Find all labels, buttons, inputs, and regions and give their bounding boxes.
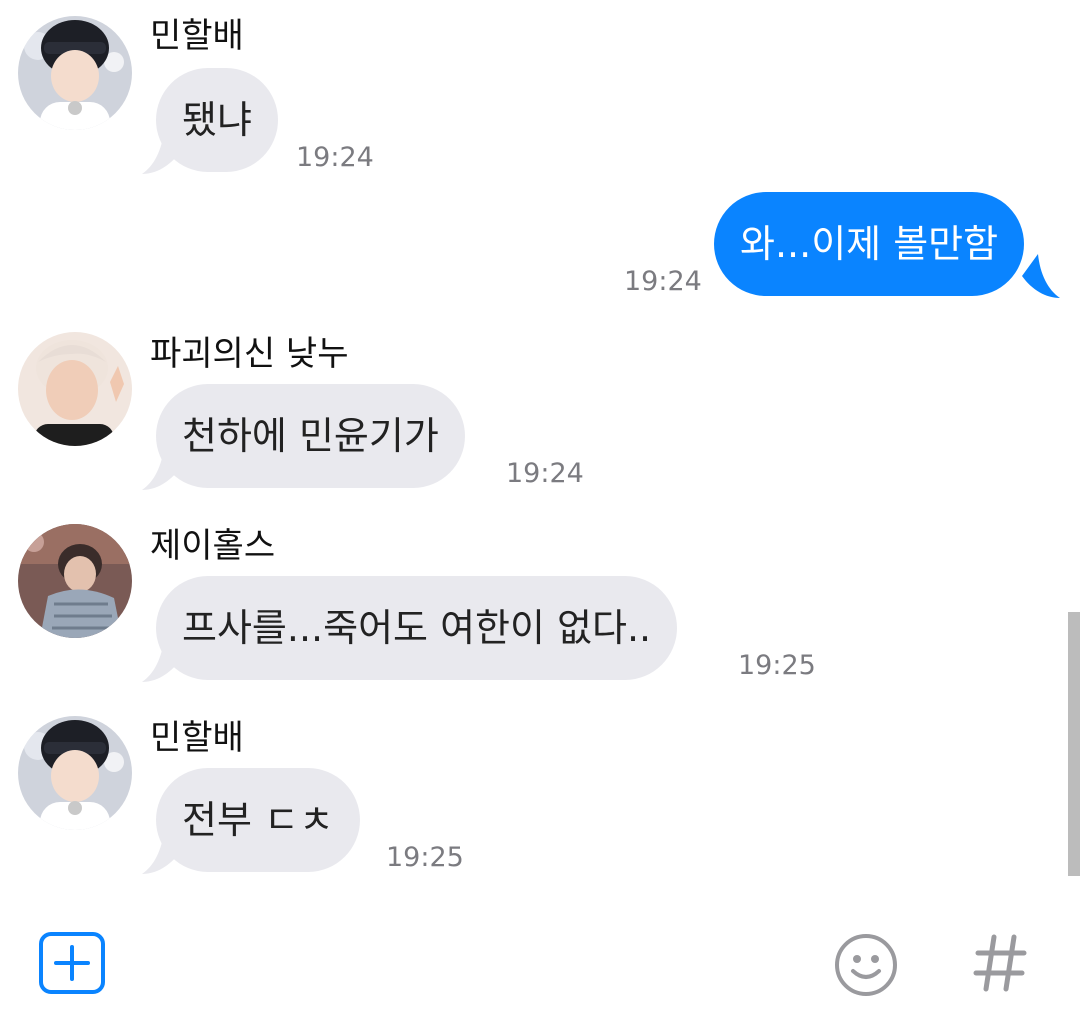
message-bubble-outgoing[interactable]: 와...이제 볼만함 xyxy=(714,192,1025,296)
avatar-pagoeuisin-image xyxy=(18,332,132,446)
message-text: 됐냐 xyxy=(182,98,252,142)
avatar-minhalbae[interactable] xyxy=(18,16,132,130)
message-time: 19:24 xyxy=(296,142,374,173)
message-bubble[interactable]: 천하에 민윤기가 xyxy=(156,384,465,488)
composer-bar xyxy=(0,905,1080,1035)
avatar-minhalbae[interactable] xyxy=(18,716,132,830)
avatar-minhalbae-image xyxy=(18,16,132,130)
avatar-jhorse[interactable] xyxy=(18,524,132,638)
avatar-pagoeuisin[interactable] xyxy=(18,332,132,446)
avatar-jhorse-image xyxy=(18,524,132,638)
avatar-minhalbae-image xyxy=(18,716,132,830)
message-bubble[interactable]: 전부 ㄷㅊ xyxy=(156,768,360,872)
message-bubble[interactable]: 프사를...죽어도 여한이 없다.. xyxy=(156,576,678,680)
message-time: 19:25 xyxy=(386,842,464,873)
message-text: 천하에 민윤기가 xyxy=(182,414,439,458)
message-text: 와...이제 볼만함 xyxy=(740,222,999,266)
scrollbar-thumb[interactable] xyxy=(1068,612,1080,876)
sender-name: 민할배 xyxy=(150,718,244,758)
hashtag-icon[interactable] xyxy=(972,933,1028,993)
message-bubble[interactable]: 됐냐 xyxy=(156,68,278,172)
message-time: 19:24 xyxy=(624,266,702,297)
bubble-tail-outgoing xyxy=(1022,254,1060,298)
sender-name: 민할배 xyxy=(150,16,244,56)
message-text: 프사를...죽어도 여한이 없다.. xyxy=(182,606,652,650)
message-text: 전부 ㄷㅊ xyxy=(182,798,334,842)
message-time: 19:24 xyxy=(506,458,584,489)
sender-name: 제이홀스 xyxy=(150,526,276,566)
message-time: 19:25 xyxy=(738,650,816,681)
chat-screen: 민할배 됐냐 19:24 와...이제 볼만함 19:24 파괴의신 낮누 천하… xyxy=(0,0,1080,1035)
plus-square-icon[interactable] xyxy=(38,931,106,995)
sender-name: 파괴의신 낮누 xyxy=(150,334,349,374)
smiley-icon[interactable] xyxy=(832,931,900,999)
